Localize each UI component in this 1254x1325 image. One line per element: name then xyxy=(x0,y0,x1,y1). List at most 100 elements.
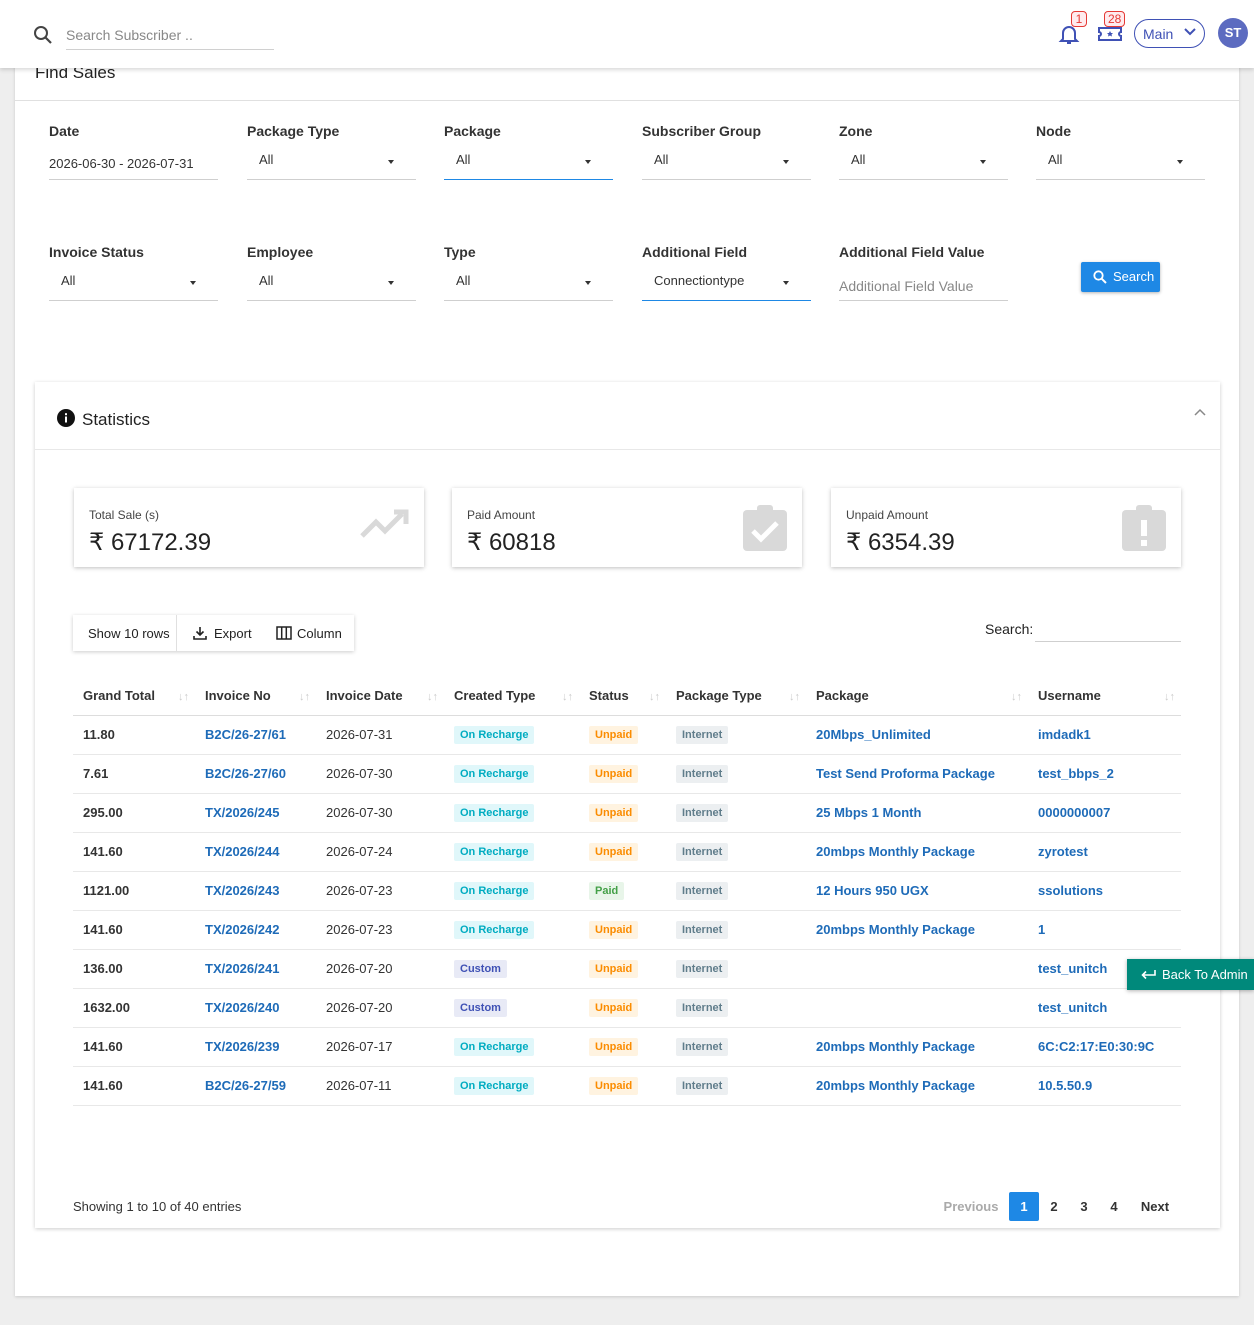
invoice-no-cell: B2C/26-27/59 xyxy=(195,1066,316,1106)
invoice-link[interactable]: TX/2026/245 xyxy=(205,805,279,820)
invoice-link[interactable]: TX/2026/243 xyxy=(205,883,279,898)
info-icon xyxy=(57,409,75,427)
invoice-link[interactable]: TX/2026/244 xyxy=(205,844,279,859)
status-cell: Unpaid xyxy=(579,832,666,872)
status-badge: Unpaid xyxy=(589,1037,639,1056)
package-link[interactable]: 20mbps Monthly Package xyxy=(816,1039,975,1054)
type-select[interactable]: All xyxy=(444,271,613,301)
username-link[interactable]: test_bbps_2 xyxy=(1038,766,1114,781)
invoice-link[interactable]: TX/2026/242 xyxy=(205,922,279,937)
package-type-cell: Internet xyxy=(666,754,806,794)
additional-field-value-input[interactable]: Additional Field Value xyxy=(839,271,1008,301)
package-type-cell: Internet xyxy=(666,832,806,872)
column-header[interactable]: Package ↓↑ xyxy=(806,676,1028,716)
username-link[interactable]: 1 xyxy=(1038,922,1045,937)
status-cell: Unpaid xyxy=(579,949,666,989)
package-link[interactable]: 12 Hours 950 UGX xyxy=(816,883,929,898)
subscriber-group-select[interactable]: All xyxy=(642,150,811,180)
column-header[interactable]: Invoice No ↓↑ xyxy=(195,676,316,716)
status-cell: Unpaid xyxy=(579,754,666,794)
package-link[interactable]: Test Send Proforma Package xyxy=(816,766,995,781)
kpi-value: ₹ 67172.39 xyxy=(89,529,212,556)
column-header[interactable]: Package Type ↓↑ xyxy=(666,676,806,716)
table-row: 11.80 B2C/26-27/61 2026-07-31 On Recharge Un… xyxy=(73,715,1181,755)
next-page-button[interactable]: Next xyxy=(1132,1192,1178,1221)
invoice-link[interactable]: TX/2026/240 xyxy=(205,1000,279,1015)
column-header[interactable]: Invoice Date ↓↑ xyxy=(316,676,444,716)
username-cell: 0000000007 xyxy=(1028,793,1181,833)
column-header[interactable]: Username ↓↑ xyxy=(1028,676,1181,716)
username-link[interactable]: imdadk1 xyxy=(1038,727,1091,742)
grand-total-cell: 11.80 xyxy=(73,715,195,755)
sort-icon: ↓↑ xyxy=(427,691,438,703)
package-link[interactable]: 20mbps Monthly Package xyxy=(816,922,975,937)
page-button-4[interactable]: 4 xyxy=(1099,1192,1129,1221)
invoice-date-cell: 2026-07-20 xyxy=(316,988,444,1028)
zone-label: Zone xyxy=(839,123,873,139)
package-link[interactable]: 20mbps Monthly Package xyxy=(816,844,975,859)
package-cell xyxy=(806,988,1028,1028)
status-badge: Unpaid xyxy=(589,764,639,783)
additional-field-select[interactable]: Connectiontype xyxy=(642,271,811,301)
page-button-1[interactable]: 1 xyxy=(1009,1192,1039,1221)
username-link[interactable]: 0000000007 xyxy=(1038,805,1110,820)
zone-select[interactable]: All xyxy=(839,150,1008,180)
clipboard-check-icon xyxy=(743,505,787,551)
type-value: All xyxy=(456,273,471,288)
package-link[interactable]: 20mbps Monthly Package xyxy=(816,1078,975,1093)
download-icon xyxy=(193,627,207,640)
username-link[interactable]: test_unitch xyxy=(1038,961,1107,976)
invoice-link[interactable]: TX/2026/239 xyxy=(205,1039,279,1054)
column-header[interactable]: Created Type ↓↑ xyxy=(444,676,579,716)
divider xyxy=(15,100,1239,101)
page-button-2[interactable]: 2 xyxy=(1039,1192,1069,1221)
divider xyxy=(176,615,177,651)
username-cell: 10.5.50.9 xyxy=(1028,1066,1181,1106)
grand-total-cell: 141.60 xyxy=(73,1027,195,1067)
invoice-link[interactable]: B2C/26-27/61 xyxy=(205,727,286,742)
package-link[interactable]: 20Mbps_Unlimited xyxy=(816,727,931,742)
subscriber-search-input[interactable]: Search Subscriber .. xyxy=(66,22,274,50)
invoice-link[interactable]: TX/2026/241 xyxy=(205,961,279,976)
column-visibility-button[interactable]: Column xyxy=(276,615,342,651)
return-arrow-icon xyxy=(1141,970,1156,980)
package-select[interactable]: All xyxy=(444,150,613,180)
node-value: All xyxy=(1048,152,1063,167)
invoice-link[interactable]: B2C/26-27/60 xyxy=(205,766,286,781)
invoice-date-cell: 2026-07-30 xyxy=(316,793,444,833)
username-link[interactable]: test_unitch xyxy=(1038,1000,1107,1015)
search-button[interactable]: Search xyxy=(1081,262,1160,292)
username-link[interactable]: 6C:C2:17:E0:30:9C xyxy=(1038,1039,1154,1054)
export-button[interactable]: Export xyxy=(193,615,252,651)
invoice-link[interactable]: B2C/26-27/59 xyxy=(205,1078,286,1093)
invoice-status-select[interactable]: All xyxy=(49,271,218,301)
kpi-label: Unpaid Amount xyxy=(846,508,929,522)
username-link[interactable]: zyrotest xyxy=(1038,844,1088,859)
user-avatar[interactable]: ST xyxy=(1218,18,1248,48)
table-search-input[interactable] xyxy=(1035,618,1181,642)
search-icon[interactable] xyxy=(33,25,53,45)
package-type-badge: Internet xyxy=(676,1076,729,1095)
node-select[interactable]: All xyxy=(1036,150,1205,180)
username-link[interactable]: 10.5.50.9 xyxy=(1038,1078,1092,1093)
column-header[interactable]: Status ↓↑ xyxy=(579,676,666,716)
created-type-cell: On Recharge xyxy=(444,715,579,755)
username-link[interactable]: ssolutions xyxy=(1038,883,1103,898)
package-cell: 12 Hours 950 UGX xyxy=(806,871,1028,911)
column-header-label: Created Type xyxy=(454,687,536,703)
package-link[interactable]: 25 Mbps 1 Month xyxy=(816,805,921,820)
table-row: 141.60 TX/2026/244 2026-07-24 On Recharge Un… xyxy=(73,832,1181,872)
created-type-cell: Custom xyxy=(444,949,579,989)
invoice-no-cell: B2C/26-27/60 xyxy=(195,754,316,794)
chevron-up-icon[interactable] xyxy=(1194,408,1206,416)
date-range-input[interactable]: 2026-06-30 - 2026-07-31 xyxy=(49,150,218,180)
show-rows-button[interactable]: Show 10 rows xyxy=(88,615,170,651)
column-header[interactable]: Grand Total ↓↑ xyxy=(73,676,195,716)
branch-selector[interactable]: Main xyxy=(1134,19,1205,48)
username-cell: test_bbps_2 xyxy=(1028,754,1181,794)
employee-select[interactable]: All xyxy=(247,271,416,301)
back-to-admin-button[interactable]: Back To Admin xyxy=(1127,959,1254,990)
package-type-select[interactable]: All xyxy=(247,150,416,180)
previous-page-button[interactable]: Previous xyxy=(935,1192,1007,1221)
page-button-3[interactable]: 3 xyxy=(1069,1192,1099,1221)
